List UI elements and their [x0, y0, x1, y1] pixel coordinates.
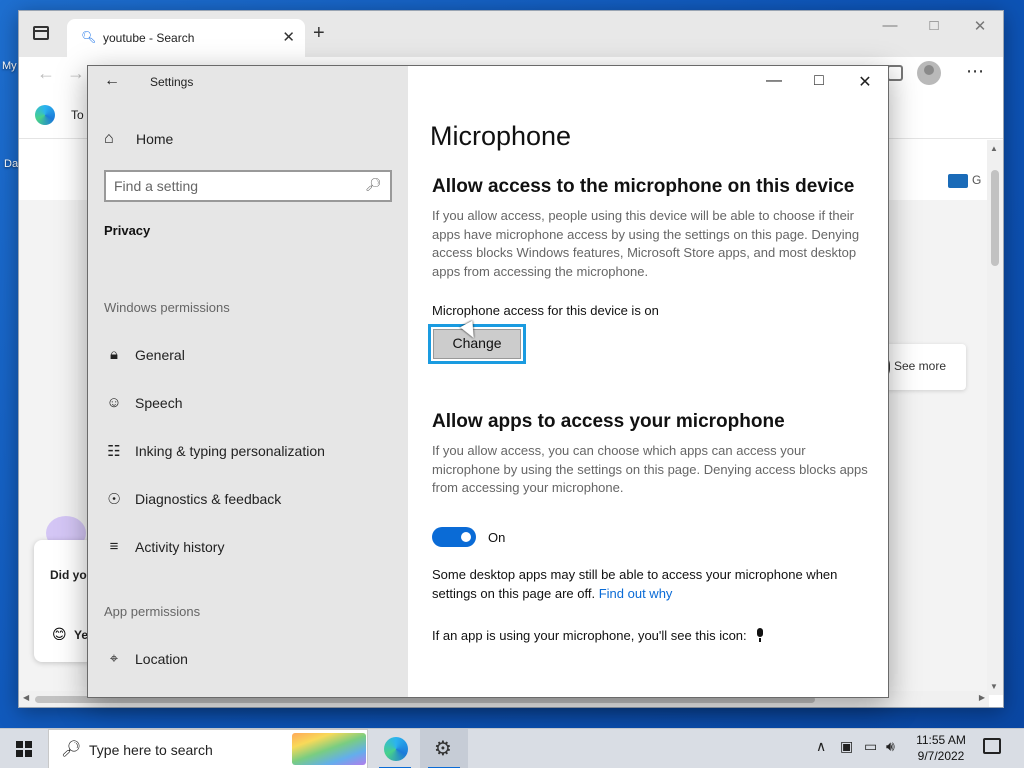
back-arrow-icon[interactable]: ← [104, 72, 120, 90]
icon-note-text: If an app is using your microphone, you'… [432, 628, 747, 643]
taskbar-settings-button[interactable]: ⚙ [420, 729, 468, 768]
find-out-why-link[interactable]: Find out why [599, 586, 673, 601]
scroll-up-icon[interactable]: ▲ [990, 144, 998, 153]
nav-item-diagnostics[interactable]: ☉ Diagnostics & feedback [104, 488, 394, 510]
timeline-icon: ≡ [109, 538, 119, 555]
lock-icon: 🔒︎ [110, 346, 118, 363]
volume-icon[interactable]: 🔊︎ [886, 738, 895, 755]
collections-icon[interactable] [887, 65, 903, 81]
people-icon[interactable]: ▣ [840, 738, 853, 755]
badge-text: G [972, 173, 982, 187]
section-description: If you allow access, people using this d… [432, 208, 860, 279]
minimize-icon[interactable]: — [875, 17, 905, 34]
section-title-device-access: Allow access to the microphone on this d… [432, 176, 855, 197]
scroll-down-icon[interactable]: ▼ [990, 682, 998, 691]
network-icon[interactable]: ▭ [864, 738, 877, 755]
nav-item-label: General [135, 347, 185, 363]
search-icon: 🔍︎ [61, 741, 82, 758]
edge-icon [384, 737, 408, 761]
browser-tab-bar: 🔍︎ youtube - Search ✕ + — □ ✕ [19, 11, 1003, 57]
clock-date: 9/7/2022 [917, 749, 965, 763]
chevron-up-icon[interactable]: ∧ [816, 738, 826, 755]
nav-group-windows-permissions: Windows permissions [104, 300, 230, 315]
feedback-card: Did you you we search 😊 Ye [34, 540, 94, 662]
profile-avatar[interactable] [917, 61, 941, 85]
nav-home-label: Home [136, 131, 174, 147]
find-setting-input[interactable] [114, 176, 354, 196]
smile-emoji-icon[interactable]: 😊 [52, 626, 67, 643]
location-icon: ⌖ [109, 650, 119, 667]
feedback-answer[interactable]: Ye [74, 628, 88, 642]
tab-actions-icon[interactable] [33, 26, 49, 40]
section-title-app-access: Allow apps to access your microphone [432, 411, 785, 432]
clock-time: 11:55 AM [916, 733, 966, 747]
nav-section-privacy: Privacy [104, 223, 151, 238]
browser-tab[interactable]: 🔍︎ youtube - Search ✕ [67, 19, 305, 57]
nav-item-label: Inking & typing personalization [135, 443, 325, 459]
nav-group-app-permissions: App permissions [104, 604, 201, 619]
page-title: Microphone [430, 121, 572, 151]
vertical-scrollbar[interactable]: ▲ ▼ [987, 140, 1003, 695]
system-clock[interactable]: 11:55 AM 9/7/2022 [906, 732, 976, 764]
scroll-left-icon[interactable]: ◀ [23, 693, 29, 702]
see-more-label: See more [894, 359, 947, 373]
settings-content-pane: — □ ✕ Microphone Allow access to the mic… [408, 66, 888, 697]
tab-title: youtube - Search [103, 31, 195, 45]
settings-window: ← Settings ⌂ Home 🔍︎ Privacy Windows per… [87, 65, 889, 698]
section-description: If you allow access, you can choose whic… [432, 443, 868, 495]
close-icon[interactable]: ✕ [965, 17, 995, 35]
maximize-icon[interactable]: □ [807, 72, 831, 90]
search-icon: 🔍︎ [81, 30, 97, 44]
windows-logo-icon [16, 741, 32, 757]
search-highlight-illustration[interactable] [292, 733, 366, 765]
settings-nav-pane: ← Settings ⌂ Home 🔍︎ Privacy Windows per… [88, 66, 408, 697]
more-options-icon[interactable]: ⋯ [966, 61, 985, 82]
toggle-state-label: On [488, 530, 506, 545]
speech-icon: ☺ [106, 394, 122, 411]
maximize-icon[interactable]: □ [919, 17, 949, 34]
toggle-knob [461, 532, 471, 542]
scrollbar-thumb[interactable] [991, 170, 999, 266]
device-access-status: Microphone access for this device is on [432, 303, 659, 318]
edge-logo-icon[interactable] [35, 105, 55, 125]
nav-item-label: Diagnostics & feedback [135, 491, 282, 507]
nav-item-label: Speech [135, 395, 183, 411]
close-tab-icon[interactable]: ✕ [282, 28, 295, 46]
notification-icon[interactable] [983, 738, 1001, 754]
nav-item-general[interactable]: 🔒︎ General [104, 344, 394, 366]
desktop-icon-label[interactable]: Da [4, 158, 18, 170]
taskbar: 🔍︎ Type here to search ⚙ ∧ ▣ ▭ 🔊︎ 11:55 … [0, 728, 1024, 768]
start-button[interactable] [0, 729, 48, 768]
search-icon: 🔍︎ [365, 177, 382, 192]
app-access-toggle[interactable] [432, 527, 476, 547]
bing-rewards-badge[interactable]: G [948, 173, 981, 188]
close-icon[interactable]: ✕ [853, 72, 877, 92]
nav-item-location[interactable]: ⌖ Location [104, 648, 394, 670]
find-setting-box[interactable]: 🔍︎ [104, 170, 392, 202]
gear-icon: ⚙ [434, 738, 452, 760]
scroll-right-icon[interactable]: ▶ [979, 693, 985, 702]
minimize-icon[interactable]: — [762, 72, 786, 90]
home-icon: ⌂ [104, 130, 114, 147]
microphone-icon [755, 628, 765, 642]
nav-item-speech[interactable]: ☺ Speech [104, 392, 394, 414]
nav-item-inking[interactable]: ☷ Inking & typing personalization [104, 440, 394, 462]
nav-item-label: Activity history [135, 539, 225, 555]
clipboard-icon: ☷ [107, 443, 121, 460]
nav-item-activity-history[interactable]: ≡ Activity history [104, 536, 394, 558]
desktop-icon-label[interactable]: My [2, 60, 17, 72]
feedback-icon: ☉ [107, 491, 121, 508]
taskbar-search-placeholder: Type here to search [89, 742, 213, 758]
subheader-text[interactable]: To [71, 108, 84, 122]
desktop-apps-note: Some desktop apps may still be able to a… [432, 566, 872, 603]
forward-icon[interactable]: → [67, 63, 85, 84]
back-icon[interactable]: ← [37, 63, 55, 84]
taskbar-edge-button[interactable] [371, 729, 419, 768]
new-tab-icon[interactable]: + [313, 23, 325, 43]
rewards-icon [948, 173, 968, 188]
nav-item-label: Location [135, 651, 188, 667]
microphone-icon-note: If an app is using your microphone, you'… [432, 628, 765, 643]
window-title: Settings [150, 75, 194, 89]
